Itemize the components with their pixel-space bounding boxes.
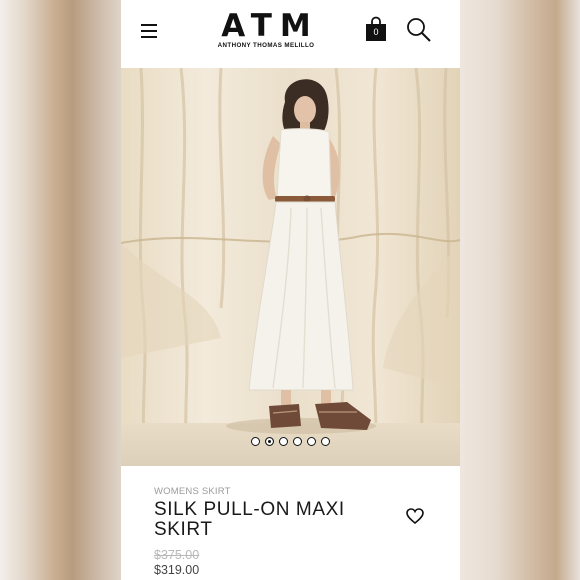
search-button[interactable] xyxy=(406,17,432,43)
product-title: SILK PULL-ON MAXI SKIRT xyxy=(154,499,345,540)
top-navigation-bar: ATM ANTHONY THOMAS MELILLO 0 xyxy=(121,0,460,68)
carousel-dot[interactable] xyxy=(321,437,331,446)
original-price: $375.00 xyxy=(154,548,200,562)
search-icon xyxy=(407,18,431,42)
brand-name: ATM xyxy=(221,8,319,44)
carousel-dot[interactable] xyxy=(307,437,317,446)
product-page: ATM ANTHONY THOMAS MELILLO 0 WOMENS SKIR… xyxy=(121,0,460,580)
carousel-dot[interactable] xyxy=(250,437,260,446)
backdrop-left xyxy=(0,0,121,580)
product-photo xyxy=(121,68,460,466)
shopping-bag-button[interactable]: 0 xyxy=(365,16,387,42)
heart-icon xyxy=(406,508,424,525)
wishlist-button[interactable] xyxy=(406,508,424,525)
carousel-indicators xyxy=(121,437,460,446)
sale-price: $319.00 xyxy=(154,563,200,577)
product-image-carousel[interactable] xyxy=(121,68,460,466)
menu-icon[interactable] xyxy=(141,24,157,38)
backdrop-right xyxy=(460,0,580,580)
brand-logo[interactable]: ATM ANTHONY THOMAS MELILLO xyxy=(203,8,329,50)
product-category: WOMENS SKIRT xyxy=(154,486,231,497)
carousel-dot[interactable] xyxy=(293,437,303,446)
carousel-dot-active[interactable] xyxy=(264,437,274,446)
carousel-dot[interactable] xyxy=(278,437,288,446)
brand-tagline: ANTHONY THOMAS MELILLO xyxy=(217,42,315,49)
cart-count: 0 xyxy=(373,27,379,37)
product-info: WOMENS SKIRT SILK PULL-ON MAXI SKIRT $37… xyxy=(121,466,460,580)
